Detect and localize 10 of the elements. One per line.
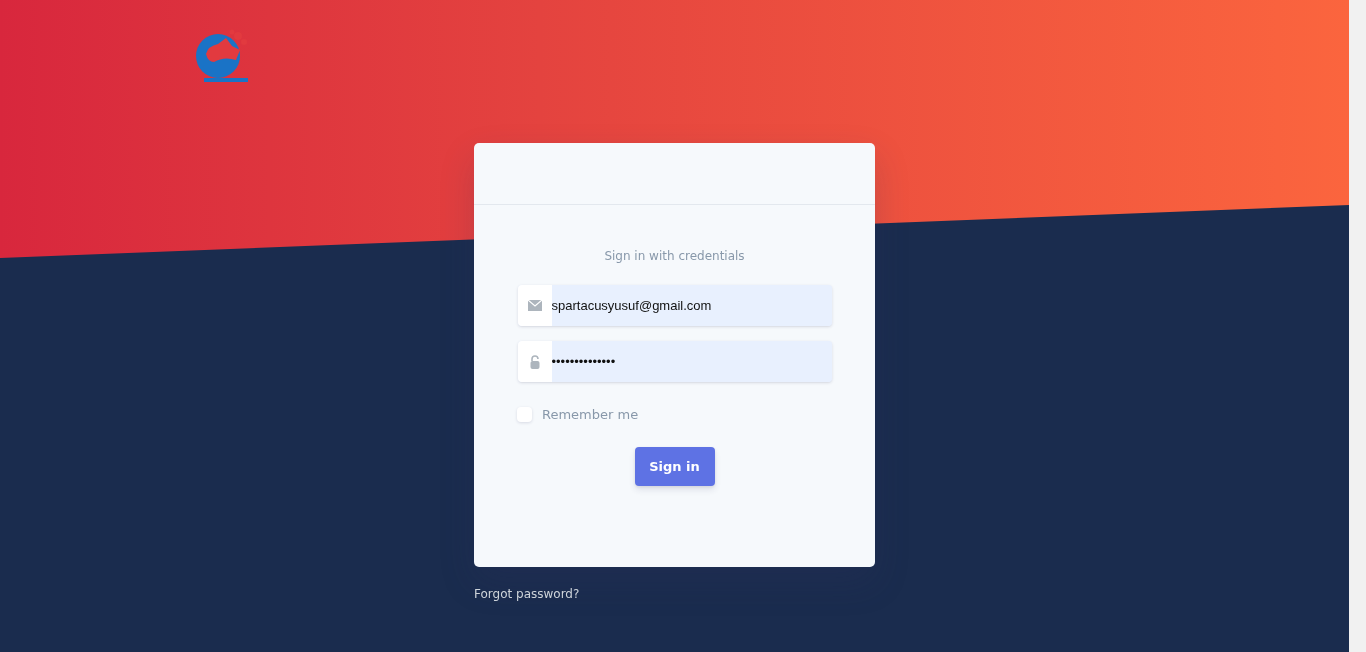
padlock-icon — [529, 354, 540, 369]
sign-in-button[interactable]: Sign in — [634, 447, 715, 486]
email-field[interactable]: spartacusyusuf@gmail.com — [517, 285, 832, 326]
card-subtitle: Sign in with credentials — [604, 249, 745, 263]
password-field[interactable]: •••••••••••••• — [517, 341, 832, 382]
forgot-password-link[interactable]: Forgot password? — [474, 587, 580, 601]
scrollbar[interactable] — [1349, 0, 1366, 652]
remember-label: Remember me — [542, 407, 639, 422]
envelope-icon — [527, 300, 542, 311]
remember-checkbox[interactable] — [517, 407, 532, 422]
